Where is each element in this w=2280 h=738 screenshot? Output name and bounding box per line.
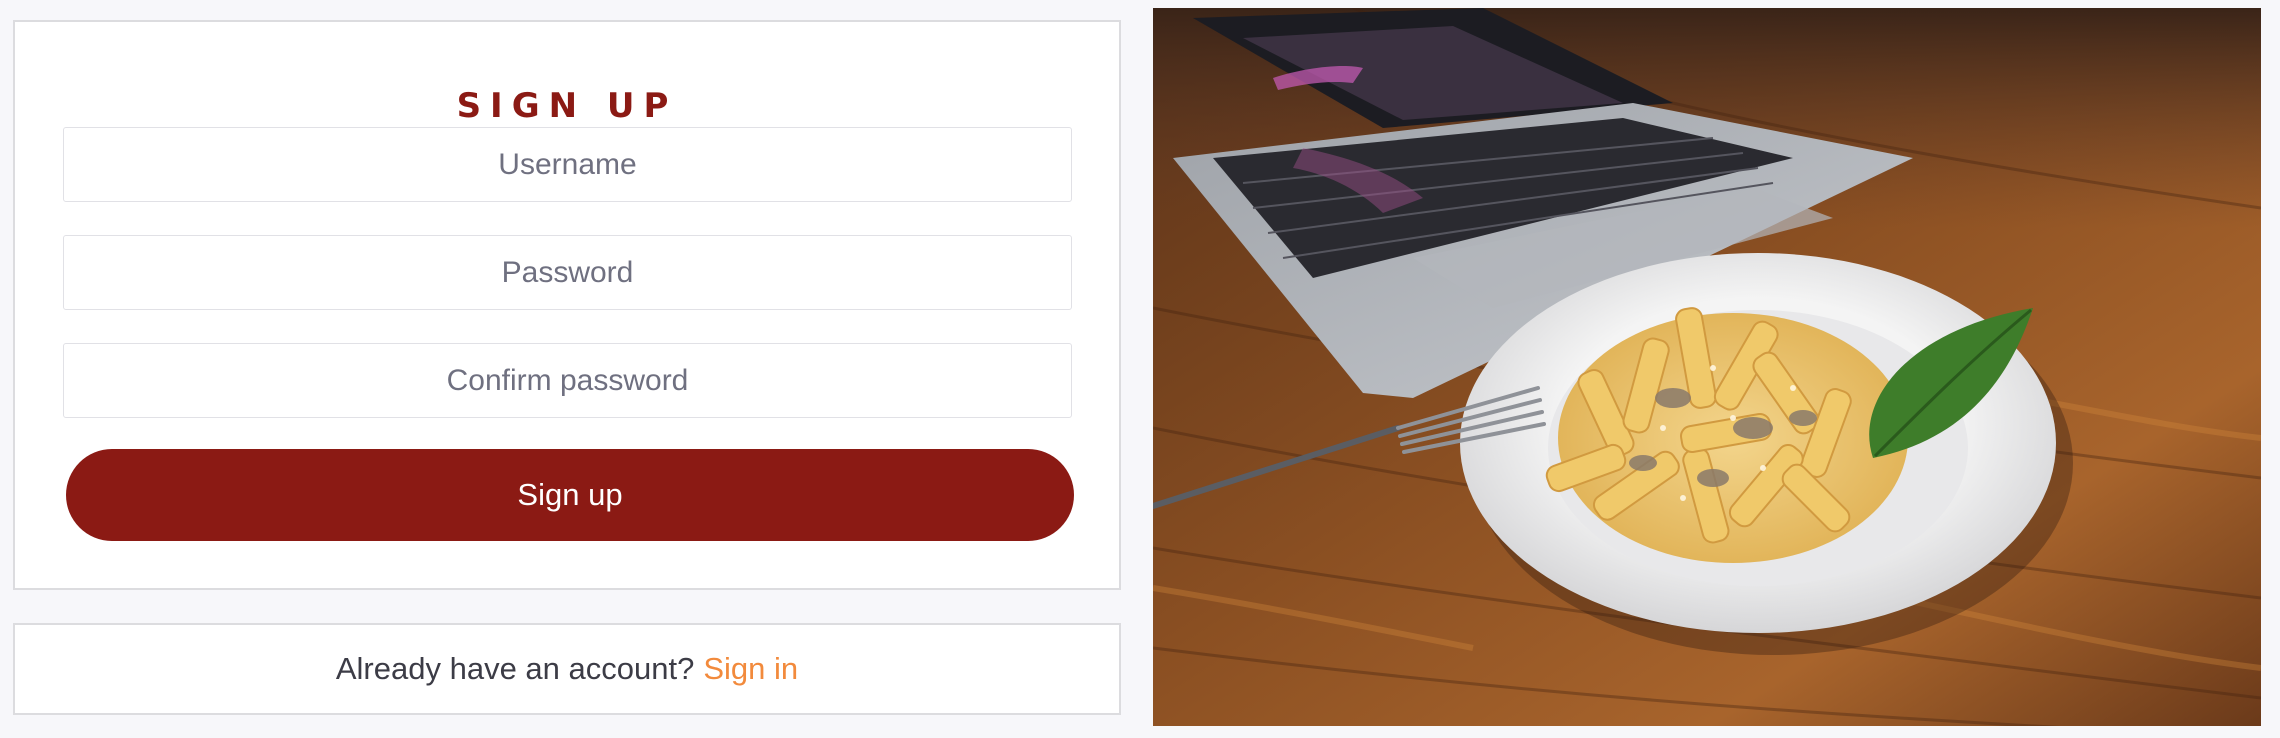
signin-prompt-card: Already have an account? Sign in xyxy=(13,623,1121,715)
pasta-photo-illustration xyxy=(1153,8,2261,726)
confirm-password-input[interactable] xyxy=(63,343,1072,418)
signin-prompt-text: Already have an account? xyxy=(335,651,695,686)
sign-up-button[interactable]: Sign up xyxy=(66,449,1074,541)
password-input[interactable] xyxy=(63,235,1072,310)
signup-page: SIGN UP Sign up Already have an account?… xyxy=(0,0,2280,738)
sign-in-link[interactable]: Sign in xyxy=(703,651,798,687)
username-input[interactable] xyxy=(63,127,1072,202)
page-title: SIGN UP xyxy=(456,86,678,126)
hero-image xyxy=(1153,8,2261,726)
signup-form-card: SIGN UP Sign up xyxy=(13,20,1121,590)
